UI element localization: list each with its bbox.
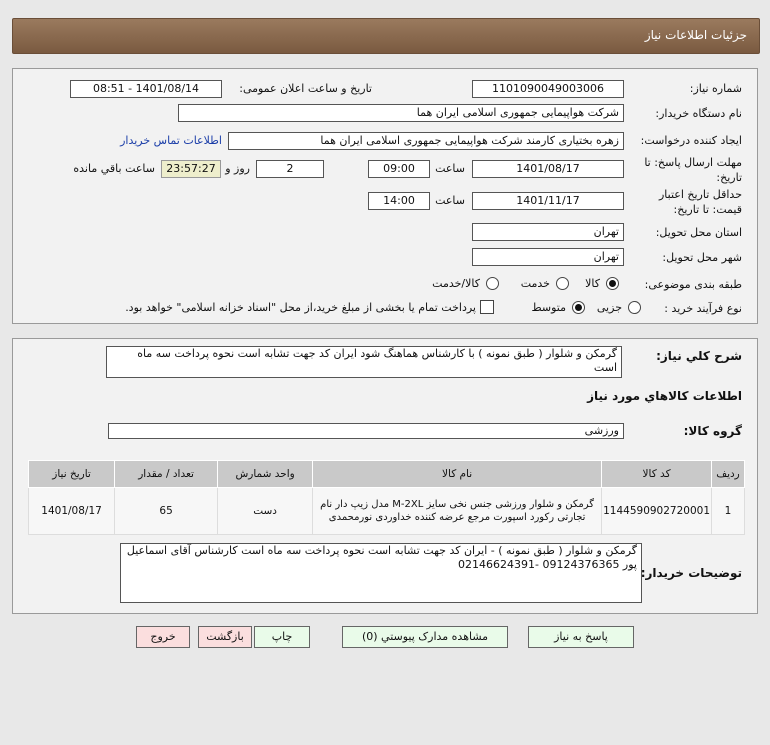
payment-checkbox[interactable]	[480, 300, 494, 314]
buyer-notes-label: توضیحات خریدار:	[640, 566, 742, 580]
col-row: ردیف	[711, 460, 745, 488]
cell-date: 1401/08/17	[27, 487, 116, 535]
cell-row: 1	[711, 487, 745, 535]
deadline-label: مهلت ارسال پاسخ: تا	[644, 156, 742, 169]
cell-name: گرمکن و شلوار ورزشی جنس نخی سایز M-2XL م…	[312, 487, 603, 535]
process-option-medium: متوسط	[531, 301, 566, 314]
category-radio-service[interactable]	[556, 277, 569, 290]
description-label: شرح کلي نیاز:	[656, 349, 742, 363]
announce-label: تاریخ و ساعت اعلان عمومی:	[239, 82, 372, 95]
contact-buyer-link[interactable]: اطلاعات تماس خریدار	[120, 134, 222, 147]
time-label: ساعت	[435, 162, 465, 175]
process-radio-medium[interactable]	[572, 301, 585, 314]
cell-qty: 65	[114, 487, 219, 535]
category-option-service: خدمت	[520, 277, 550, 290]
cell-unit: دست	[217, 487, 314, 535]
buyer-org-label: نام دستگاه خریدار:	[655, 107, 742, 120]
creator-label: ایجاد کننده درخواست:	[640, 134, 742, 147]
announce-field: 1401/08/14 - 08:51	[70, 80, 222, 98]
page-header: جزئیات اطلاعات نیاز	[12, 18, 760, 54]
deadline-label-2: تاریخ:	[716, 171, 742, 184]
category-option-goods: کالا	[585, 277, 600, 290]
category-radio-goods[interactable]	[606, 277, 619, 290]
goods-section-title: اطلاعات کالاهاي مورد نیاز	[587, 389, 742, 403]
deadline-date-field: 1401/08/17	[472, 160, 624, 178]
city-field: تهران	[472, 248, 624, 266]
need-number-field: 1101090049003006	[472, 80, 624, 98]
category-option-goods-service: کالا/خدمت	[432, 277, 480, 290]
page-title: جزئیات اطلاعات نیاز	[644, 28, 747, 42]
col-date: تاریخ نیاز	[27, 460, 116, 488]
validity-time-field: 14:00	[368, 192, 430, 210]
col-code: کد کالا	[601, 460, 712, 488]
description-field: گرمکن و شلوار ( طبق نمونه ) با کارشناس ه…	[106, 346, 622, 378]
buyer-org-field: شرکت هواپیمایی جمهوری اسلامی ایران هما	[178, 104, 624, 122]
remaining-label: ساعت باقي مانده	[73, 162, 155, 175]
process-option-minor: جزیی	[596, 301, 622, 314]
view-attachments-button[interactable]: مشاهده مدارک پیوستي (0)	[342, 626, 508, 648]
exit-button[interactable]: خروج	[136, 626, 190, 648]
category-label: طبقه بندی موضوعی:	[644, 278, 742, 291]
goods-group-field: ورزشی	[108, 423, 624, 439]
cell-code: 1144590902720001	[601, 487, 712, 535]
goods-table: ردیف کد کالا نام کالا واحد شمارش تعداد /…	[27, 460, 745, 535]
need-number-label: شماره نیاز:	[689, 82, 742, 95]
province-label: استان محل تحویل:	[655, 226, 742, 239]
reply-button[interactable]: پاسخ به نیاز	[528, 626, 634, 648]
validity-label: حداقل تاریخ اعتبار	[658, 188, 742, 201]
deadline-time-field: 09:00	[368, 160, 430, 178]
print-button[interactable]: چاپ	[254, 626, 310, 648]
process-radio-minor[interactable]	[628, 301, 641, 314]
province-field: تهران	[472, 223, 624, 241]
back-button[interactable]: بازگشت	[198, 626, 252, 648]
city-label: شهر محل تحویل:	[662, 251, 742, 264]
category-radio-goods-service[interactable]	[486, 277, 499, 290]
col-unit: واحد شمارش	[217, 460, 314, 488]
payment-note: پرداخت تمام یا بخشی از مبلغ خرید،از محل …	[125, 301, 476, 314]
buyer-notes-field: گرمکن و شلوار ( طبق نمونه ) - ایران کد ج…	[120, 543, 642, 603]
validity-date-field: 1401/11/17	[472, 192, 624, 210]
goods-group-label: گروه کالا:	[683, 424, 742, 438]
table-header-row: ردیف کد کالا نام کالا واحد شمارش تعداد /…	[27, 460, 745, 488]
col-qty: تعداد / مقدار	[114, 460, 219, 488]
validity-time-label: ساعت	[435, 194, 465, 207]
table-row: 1 1144590902720001 گرمکن و شلوار ورزشی ج…	[27, 487, 745, 535]
remaining-time-field: 23:57:27	[161, 160, 221, 178]
days-field: 2	[256, 160, 324, 178]
days-label: روز و	[225, 162, 250, 175]
creator-field: زهره بختیاری کارمند شرکت هواپیمایی جمهور…	[228, 132, 624, 150]
process-label: نوع فرآیند خرید :	[664, 302, 742, 315]
validity-label-2: قیمت: تا تاریخ:	[673, 203, 742, 216]
col-name: نام کالا	[312, 460, 603, 488]
